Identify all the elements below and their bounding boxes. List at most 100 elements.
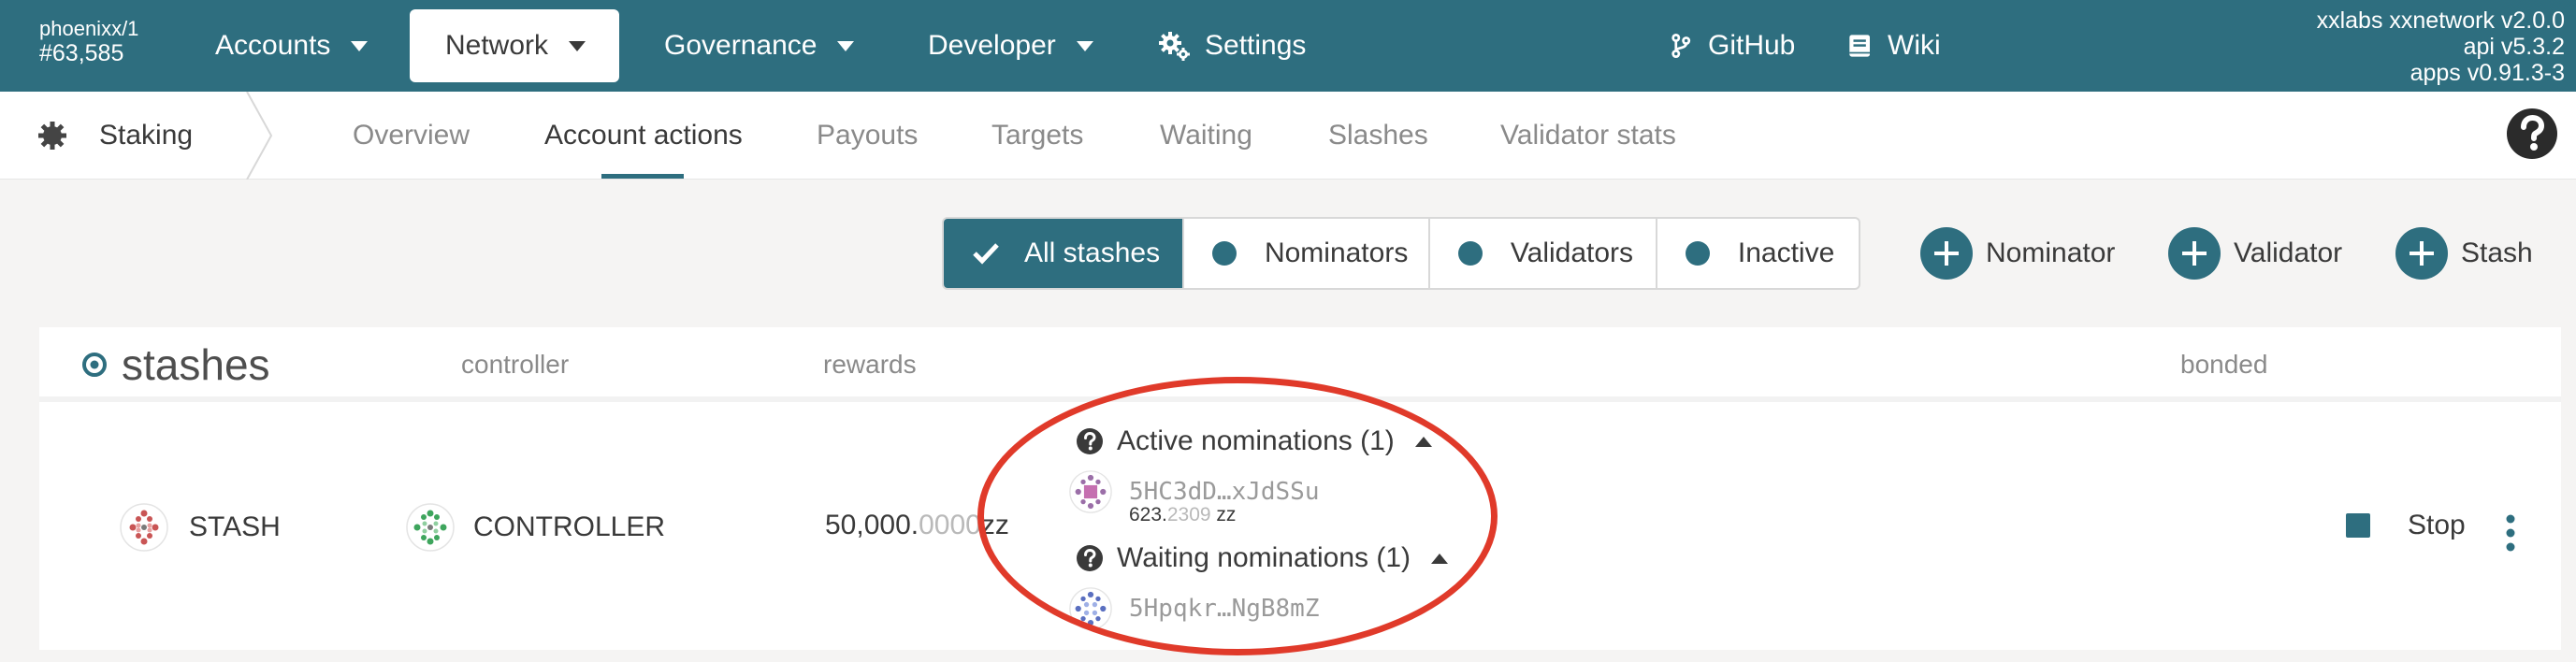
version-info: xxlabs xxnetwork v2.0.0 api v5.3.2 apps … [2317, 7, 2565, 86]
active-amount-decimal: 2309 [1166, 504, 1211, 525]
stash-identicon-icon [120, 503, 168, 552]
nav-settings-label: Settings [1205, 30, 1307, 61]
active-nomination-address-text: 5HC3dD…xJdSSu [1129, 478, 1320, 506]
stash-label: STASH [189, 511, 281, 542]
controller-account[interactable]: CONTROLLER [406, 503, 665, 552]
section-title: Staking [99, 120, 194, 151]
filter-validators[interactable]: Validators [1430, 219, 1657, 288]
chain-name: phoenixx/1 [39, 17, 139, 40]
chevron-down-icon [569, 40, 586, 51]
nav-github[interactable]: GitHub [1633, 9, 1831, 82]
tab-targets[interactable]: Targets [991, 92, 1083, 180]
chevron-down-icon [351, 40, 369, 51]
filter-nominators[interactable]: Nominators [1184, 219, 1430, 288]
chevron-down-icon [1076, 40, 1093, 51]
gears-icon [1159, 32, 1190, 61]
nav-settings[interactable]: Settings [1122, 9, 1341, 82]
tab-validator-stats[interactable]: Validator stats [1500, 92, 1676, 180]
nav-network-label: Network [445, 30, 549, 61]
caret-up-icon [1431, 553, 1449, 564]
chevron-down-icon [837, 40, 855, 51]
add-stash-button[interactable]: Stash [2395, 227, 2533, 280]
top-bar: phoenixx/1 #63,585 Accounts Network Gove… [0, 0, 2576, 92]
check-icon [973, 243, 999, 265]
active-nominations-title: Active nominations (1) [1117, 425, 1395, 456]
header-stashes-label: stashes [122, 340, 270, 389]
nav-accounts-label: Accounts [215, 30, 331, 61]
header-rewards: rewards [823, 350, 917, 379]
waiting-nomination-address[interactable]: 5Hpqkr…NgB8mZ [1069, 587, 1320, 630]
question-circle-icon [1077, 545, 1103, 571]
tab-waiting[interactable]: Waiting [1160, 92, 1252, 180]
filter-inactive[interactable]: Inactive [1657, 219, 1859, 288]
filter-inactive-label: Inactive [1737, 237, 1835, 268]
radio-dot-icon [1685, 241, 1710, 266]
rewards-unit: zz [980, 510, 1009, 540]
add-validator-label: Validator [2234, 237, 2343, 268]
header-stashes: stashes [82, 327, 270, 402]
nav-governance-label: Governance [664, 30, 818, 61]
filter-nominators-label: Nominators [1264, 237, 1409, 268]
active-amount-integer: 623. [1129, 504, 1167, 525]
chain-info[interactable]: phoenixx/1 #63,585 [39, 17, 138, 65]
sub-nav-bar: Staking Overview Account actions Payouts… [0, 92, 2576, 180]
active-nomination-amount: 623.2309 zz [1129, 504, 1236, 526]
header-controller: controller [461, 350, 570, 379]
section-staking: Staking [36, 92, 193, 180]
node-version: xxlabs xxnetwork v2.0.0 [2316, 7, 2565, 34]
waiting-nomination-address-text: 5Hpqkr…NgB8mZ [1129, 595, 1320, 623]
stash-filter-group: All stashes Nominators Validators Inacti… [942, 217, 1860, 290]
radio-dot-icon [1211, 241, 1237, 266]
tab-payouts[interactable]: Payouts [817, 92, 918, 180]
active-nomination-identicon-icon [1069, 470, 1112, 513]
rewards-decimal: 0000 [919, 510, 981, 540]
table-header: stashes controller rewards bonded [39, 327, 2561, 402]
rewards-integer: 50,000. [825, 510, 919, 540]
rewards-value: 50,000. 0000 zz [825, 510, 1009, 541]
apps-version: apps v0.91.3-3 [2410, 60, 2565, 86]
nav-github-label: GitHub [1708, 30, 1796, 61]
waiting-nominations-title: Waiting nominations (1) [1117, 542, 1411, 573]
filter-all-stashes-label: All stashes [1024, 237, 1161, 268]
radio-dot-icon [1457, 241, 1483, 266]
block-number: #63,585 [39, 40, 124, 66]
active-tab-indicator [601, 174, 684, 179]
stash-account[interactable]: STASH [120, 503, 281, 552]
stash-ring-icon [82, 353, 107, 377]
add-stash-label: Stash [2461, 237, 2533, 268]
api-version: api v5.3.2 [2463, 34, 2565, 60]
tab-overview[interactable]: Overview [353, 92, 470, 180]
header-bonded: bonded [2180, 350, 2268, 379]
caret-up-icon [1414, 436, 1432, 447]
controller-label: CONTROLLER [473, 511, 666, 542]
filter-all-stashes[interactable]: All stashes [944, 219, 1184, 288]
tab-account-actions[interactable]: Account actions [544, 92, 743, 180]
active-nominations-toggle[interactable]: Active nominations (1) [1076, 425, 1432, 457]
stop-button[interactable]: Stop [2346, 510, 2466, 541]
add-nominator-button[interactable]: Nominator [1920, 227, 2115, 280]
stop-label: Stop [2408, 510, 2466, 540]
nav-accounts[interactable]: Accounts [180, 9, 403, 82]
more-options-icon[interactable] [2505, 514, 2516, 552]
help-icon[interactable] [2505, 107, 2559, 161]
waiting-nomination-identicon-icon [1069, 587, 1112, 630]
plus-icon [2395, 227, 2448, 280]
nav-developer[interactable]: Developer [892, 9, 1129, 82]
plus-icon [2168, 227, 2221, 280]
code-branch-icon [1672, 33, 1691, 59]
filter-validators-label: Validators [1510, 237, 1634, 268]
nav-developer-label: Developer [928, 30, 1056, 61]
add-nominator-label: Nominator [1986, 237, 2116, 268]
breadcrumb-chevron [246, 92, 273, 180]
nav-wiki[interactable]: Wiki [1811, 9, 1976, 82]
waiting-nominations-toggle[interactable]: Waiting nominations (1) [1076, 542, 1449, 574]
plus-icon [1920, 227, 1973, 280]
stop-square-icon [2346, 513, 2370, 538]
nav-wiki-label: Wiki [1888, 30, 1941, 61]
cog-icon [38, 122, 66, 150]
nav-network[interactable]: Network [410, 9, 619, 82]
nav-governance[interactable]: Governance [629, 9, 890, 82]
controller-identicon-icon [406, 503, 455, 552]
add-validator-button[interactable]: Validator [2168, 227, 2342, 280]
tab-slashes[interactable]: Slashes [1328, 92, 1428, 180]
